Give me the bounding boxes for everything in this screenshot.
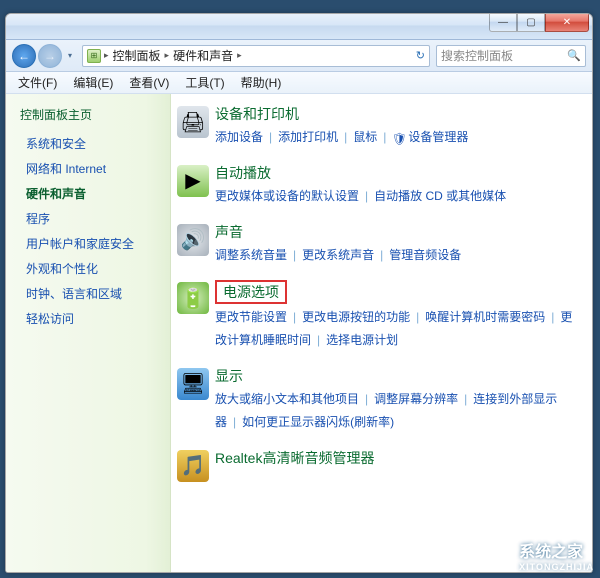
category-link[interactable]: 选择电源计划 <box>326 333 398 347</box>
menu-file[interactable]: 文件(F) <box>12 72 63 93</box>
sidebar-item[interactable]: 用户帐户和家庭安全 <box>20 231 160 256</box>
separator: | <box>287 248 302 262</box>
category-links: 添加设备|添加打印机|鼠标|🛡设备管理器 <box>215 126 580 149</box>
search-placeholder: 搜索控制面板 <box>441 47 567 64</box>
sidebar-item[interactable]: 轻松访问 <box>20 306 160 331</box>
chevron-right-icon[interactable]: ▸ <box>236 50 243 61</box>
category-link[interactable]: 鼠标 <box>353 130 377 144</box>
category: 🔋电源选项更改节能设置|更改电源按钮的功能|唤醒计算机时需要密码|更改计算机睡眠… <box>175 280 580 352</box>
sidebar-item[interactable]: 网络和 Internet <box>20 156 160 181</box>
category: 🖨设备和打印机添加设备|添加打印机|鼠标|🛡设备管理器 <box>175 104 580 149</box>
category-icon: 🖨 <box>177 106 209 138</box>
separator: | <box>263 130 278 144</box>
menu-edit[interactable]: 编辑(E) <box>67 72 119 93</box>
titlebar[interactable]: — ▢ ✕ <box>6 14 592 40</box>
category-links: 放大或缩小文本和其他项目|调整屏幕分辨率|连接到外部显示器|如何更正显示器闪烁(… <box>215 388 580 434</box>
category-link[interactable]: 放大或缩小文本和其他项目 <box>215 392 359 406</box>
control-panel-icon: ⊞ <box>87 49 101 63</box>
category-link[interactable]: 调整系统音量 <box>215 248 287 262</box>
sidebar-item[interactable]: 外观和个性化 <box>20 256 160 281</box>
nav-history-dropdown[interactable]: ▾ <box>64 46 76 66</box>
category: ▶自动播放更改媒体或设备的默认设置|自动播放 CD 或其他媒体 <box>175 163 580 208</box>
menu-help[interactable]: 帮助(H) <box>235 72 288 93</box>
menu-tools[interactable]: 工具(T) <box>179 72 230 93</box>
shield-icon: 🛡 <box>392 132 406 146</box>
category-icon: ▶ <box>177 165 209 197</box>
separator: | <box>458 392 473 406</box>
back-button[interactable]: ← <box>12 44 36 68</box>
category-link[interactable]: 添加设备 <box>215 130 263 144</box>
category-link[interactable]: 管理音频设备 <box>389 248 461 262</box>
menu-bar: 文件(F) 编辑(E) 查看(V) 工具(T) 帮助(H) <box>6 72 592 94</box>
category-title[interactable]: 显示 <box>215 366 243 386</box>
category-links: 更改节能设置|更改电源按钮的功能|唤醒计算机时需要密码|更改计算机睡眠时间|选择… <box>215 306 580 352</box>
breadcrumb-seg-hardware-sound[interactable]: 硬件和声音 <box>170 47 236 64</box>
category-link[interactable]: 唤醒计算机时需要密码 <box>425 310 545 324</box>
refresh-icon[interactable]: ↻ <box>416 49 425 62</box>
category-link[interactable]: 调整屏幕分辨率 <box>374 392 458 406</box>
category-links: 更改媒体或设备的默认设置|自动播放 CD 或其他媒体 <box>215 185 580 208</box>
separator: | <box>359 392 374 406</box>
category-title[interactable]: 设备和打印机 <box>215 104 299 124</box>
sidebar-item[interactable]: 系统和安全 <box>20 131 160 156</box>
category-link[interactable]: 更改媒体或设备的默认设置 <box>215 189 359 203</box>
breadcrumb-seg-control-panel[interactable]: 控制面板 <box>110 47 164 64</box>
sidebar-item[interactable]: 硬件和声音 <box>20 181 160 206</box>
separator: | <box>377 130 392 144</box>
category-icon: 🔋 <box>177 282 209 314</box>
separator: | <box>359 189 374 203</box>
address-bar: ← → ▾ ⊞ ▸ 控制面板 ▸ 硬件和声音 ▸ ↻ 搜索控制面板 🔍 <box>6 40 592 72</box>
category: 🖥 显示放大或缩小文本和其他项目|调整屏幕分辨率|连接到外部显示器|如何更正显示器… <box>175 366 580 434</box>
control-panel-window: — ▢ ✕ ← → ▾ ⊞ ▸ 控制面板 ▸ 硬件和声音 ▸ ↻ 搜索控制面板 … <box>5 13 593 573</box>
category-title[interactable]: 自动播放 <box>215 163 271 183</box>
separator: | <box>227 415 242 429</box>
category-link[interactable]: 更改系统声音 <box>302 248 374 262</box>
separator: | <box>311 333 326 347</box>
forward-button[interactable]: → <box>38 44 62 68</box>
category-title[interactable]: Realtek高清晰音频管理器 <box>215 448 374 468</box>
category: 🎵 Realtek高清晰音频管理器 <box>175 448 580 482</box>
content-area: 🖨设备和打印机添加设备|添加打印机|鼠标|🛡设备管理器▶自动播放更改媒体或设备的… <box>171 94 592 572</box>
maximize-button[interactable]: ▢ <box>517 14 545 32</box>
close-button[interactable]: ✕ <box>545 14 589 32</box>
category-link[interactable]: 更改电源按钮的功能 <box>302 310 410 324</box>
category: 🔊声音调整系统音量|更改系统声音|管理音频设备 <box>175 222 580 267</box>
separator: | <box>410 310 425 324</box>
category-icon: 🎵 <box>177 450 209 482</box>
category-link[interactable]: 添加打印机 <box>278 130 338 144</box>
nav-buttons: ← → ▾ <box>12 44 76 68</box>
category-icon: 🖥 <box>177 368 209 400</box>
separator: | <box>545 310 560 324</box>
sidebar-item[interactable]: 时钟、语言和区域 <box>20 281 160 306</box>
category-icon: 🔊 <box>177 224 209 256</box>
category-link[interactable]: 设备管理器 <box>408 130 468 144</box>
category-title[interactable]: 声音 <box>215 222 243 242</box>
menu-view[interactable]: 查看(V) <box>123 72 175 93</box>
category-title[interactable]: 电源选项 <box>215 280 287 304</box>
sidebar-item[interactable]: 程序 <box>20 206 160 231</box>
search-icon[interactable]: 🔍 <box>567 49 581 62</box>
separator: | <box>338 130 353 144</box>
separator: | <box>374 248 389 262</box>
window-body: 控制面板主页 系统和安全网络和 Internet硬件和声音程序用户帐户和家庭安全… <box>6 94 592 572</box>
breadcrumb[interactable]: ⊞ ▸ 控制面板 ▸ 硬件和声音 ▸ ↻ <box>82 45 430 67</box>
sidebar-home[interactable]: 控制面板主页 <box>20 106 160 123</box>
category-link[interactable]: 更改节能设置 <box>215 310 287 324</box>
search-input[interactable]: 搜索控制面板 🔍 <box>436 45 586 67</box>
separator: | <box>287 310 302 324</box>
category-links: 调整系统音量|更改系统声音|管理音频设备 <box>215 244 580 267</box>
window-controls: — ▢ ✕ <box>489 14 589 32</box>
category-link[interactable]: 自动播放 CD 或其他媒体 <box>374 189 506 203</box>
minimize-button[interactable]: — <box>489 14 517 32</box>
category-link[interactable]: 如何更正显示器闪烁(刷新率) <box>242 415 394 429</box>
sidebar: 控制面板主页 系统和安全网络和 Internet硬件和声音程序用户帐户和家庭安全… <box>6 94 171 572</box>
